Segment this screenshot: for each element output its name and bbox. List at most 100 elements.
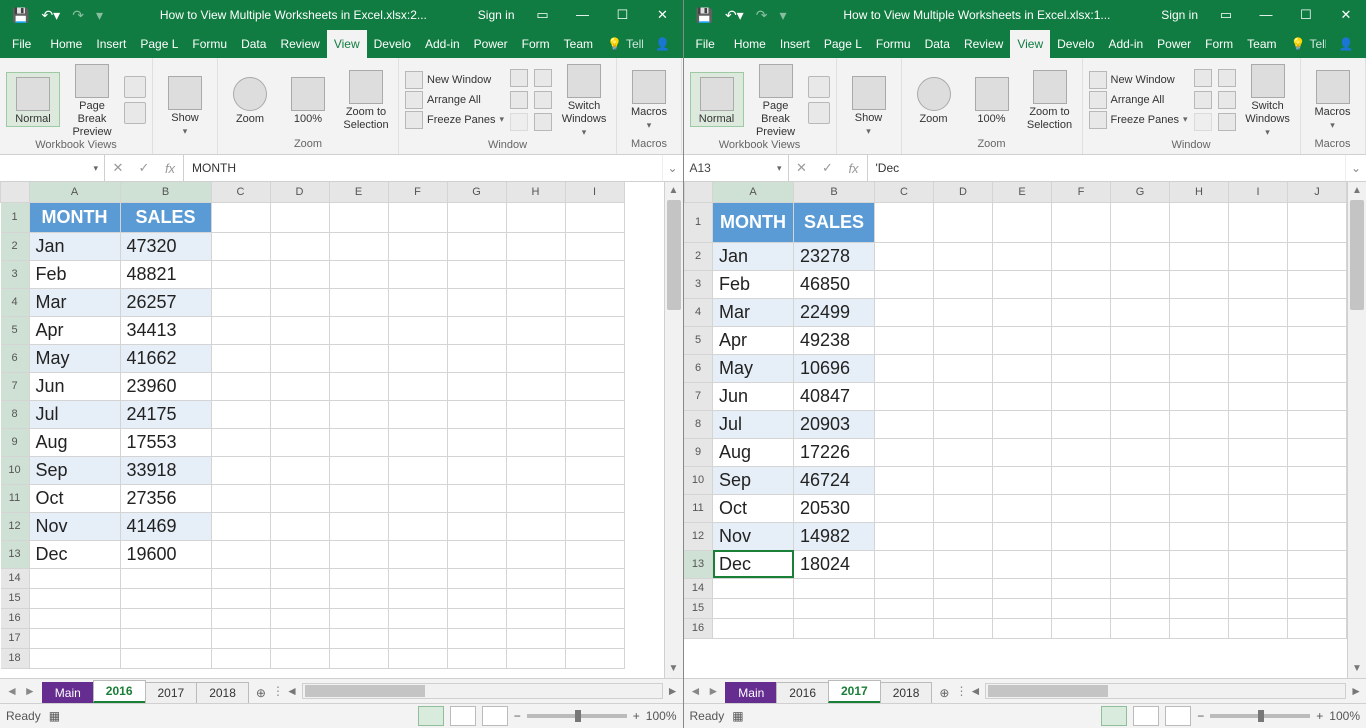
cell-I15[interactable] (565, 588, 624, 608)
cell-I14[interactable] (565, 568, 624, 588)
cell-I10[interactable] (1229, 466, 1288, 494)
row-header-18[interactable]: 18 (1, 648, 30, 668)
cell-F9[interactable] (1052, 438, 1111, 466)
cell-H3[interactable] (506, 260, 565, 288)
cell-D16[interactable] (934, 618, 993, 638)
cell-F13[interactable] (1052, 550, 1111, 578)
cell-E10[interactable] (993, 466, 1052, 494)
row-header-14[interactable]: 14 (1, 568, 30, 588)
row-header-6[interactable]: 6 (1, 344, 30, 372)
cell-D5[interactable] (270, 316, 329, 344)
cell-A4[interactable]: Mar (29, 288, 120, 316)
cell-F11[interactable] (388, 484, 447, 512)
cell-F14[interactable] (1052, 578, 1111, 598)
qat-customize-icon[interactable]: ▾ (96, 7, 103, 24)
cell-H5[interactable] (1170, 326, 1229, 354)
cell-C8[interactable] (211, 400, 270, 428)
cell-D5[interactable] (934, 326, 993, 354)
ribbon-tab-form[interactable]: Form (1198, 30, 1240, 58)
macros-dropdown[interactable]: Macros▾ (1307, 66, 1359, 132)
cell-E6[interactable] (993, 354, 1052, 382)
cell-J13[interactable] (1288, 550, 1347, 578)
cell-C2[interactable] (211, 232, 270, 260)
page-break-view-icon[interactable] (1165, 706, 1191, 726)
macro-record-icon[interactable]: ▦ (49, 709, 60, 723)
cell-G13[interactable] (1111, 550, 1170, 578)
row-header-5[interactable]: 5 (684, 326, 713, 354)
cell-B7[interactable]: 23960 (120, 372, 211, 400)
cell-H12[interactable] (506, 512, 565, 540)
cell-F8[interactable] (1052, 410, 1111, 438)
cell-E7[interactable] (329, 372, 388, 400)
cell-G8[interactable] (1111, 410, 1170, 438)
row-header-9[interactable]: 9 (1, 428, 30, 456)
cell-I7[interactable] (565, 372, 624, 400)
cell-A5[interactable]: Apr (713, 326, 794, 354)
cell-J1[interactable] (1288, 202, 1347, 242)
cell-B2[interactable]: 47320 (120, 232, 211, 260)
save-icon[interactable]: 💾 (12, 7, 29, 24)
cell-C13[interactable] (211, 540, 270, 568)
cell-F5[interactable] (1052, 326, 1111, 354)
cell-H8[interactable] (506, 400, 565, 428)
cell-B9[interactable]: 17226 (794, 438, 875, 466)
show-dropdown[interactable]: Show▾ (159, 72, 211, 138)
col-header-F[interactable]: F (1052, 182, 1111, 202)
cell-D4[interactable] (270, 288, 329, 316)
scrollbar-thumb[interactable] (667, 200, 681, 310)
cell-E12[interactable] (993, 522, 1052, 550)
cell-G4[interactable] (447, 288, 506, 316)
row-header-14[interactable]: 14 (684, 578, 713, 598)
page-layout-icon[interactable] (124, 76, 146, 98)
cell-I13[interactable] (1229, 550, 1288, 578)
cell-I1[interactable] (1229, 202, 1288, 242)
cell-F2[interactable] (1052, 242, 1111, 270)
cell-H4[interactable] (1170, 298, 1229, 326)
cell-B16[interactable] (120, 608, 211, 628)
cell-F2[interactable] (388, 232, 447, 260)
ribbon-tab-insert[interactable]: Insert (89, 30, 133, 58)
ribbon-tab-review[interactable]: Review (273, 30, 326, 58)
sheet-nav-next-icon[interactable]: ► (707, 684, 719, 698)
ribbon-tab-formu[interactable]: Formu (869, 30, 918, 58)
cell-D9[interactable] (270, 428, 329, 456)
cell-E3[interactable] (329, 260, 388, 288)
cell-F3[interactable] (388, 260, 447, 288)
cell-I15[interactable] (1229, 598, 1288, 618)
cell-C9[interactable] (211, 428, 270, 456)
zoom-level[interactable]: 100% (1329, 709, 1360, 723)
cell-C6[interactable] (875, 354, 934, 382)
cell-E15[interactable] (993, 598, 1052, 618)
cell-C5[interactable] (211, 316, 270, 344)
formula-input[interactable]: 'Dec (868, 155, 1346, 181)
cell-G6[interactable] (1111, 354, 1170, 382)
cell-D12[interactable] (270, 512, 329, 540)
cell-G3[interactable] (1111, 270, 1170, 298)
row-header-8[interactable]: 8 (1, 400, 30, 428)
cell-E8[interactable] (993, 410, 1052, 438)
cell-B8[interactable]: 24175 (120, 400, 211, 428)
horizontal-scrollbar[interactable]: ◄ ► (965, 679, 1366, 703)
cell-G13[interactable] (447, 540, 506, 568)
cell-H14[interactable] (1170, 578, 1229, 598)
row-header-7[interactable]: 7 (684, 382, 713, 410)
cell-C17[interactable] (211, 628, 270, 648)
cell-G7[interactable] (447, 372, 506, 400)
row-header-9[interactable]: 9 (684, 438, 713, 466)
cell-A8[interactable]: Jul (713, 410, 794, 438)
cell-I7[interactable] (1229, 382, 1288, 410)
cell-I1[interactable] (565, 202, 624, 232)
row-header-2[interactable]: 2 (684, 242, 713, 270)
cell-F14[interactable] (388, 568, 447, 588)
cell-A5[interactable]: Apr (29, 316, 120, 344)
cell-G2[interactable] (447, 232, 506, 260)
cell-G16[interactable] (1111, 618, 1170, 638)
share-button[interactable]: 👤 (1326, 30, 1366, 58)
cell-D11[interactable] (270, 484, 329, 512)
cell-J12[interactable] (1288, 522, 1347, 550)
cell-H9[interactable] (1170, 438, 1229, 466)
cell-J16[interactable] (1288, 618, 1347, 638)
row-header-1[interactable]: 1 (1, 202, 30, 232)
cell-H6[interactable] (506, 344, 565, 372)
cell-C12[interactable] (875, 522, 934, 550)
